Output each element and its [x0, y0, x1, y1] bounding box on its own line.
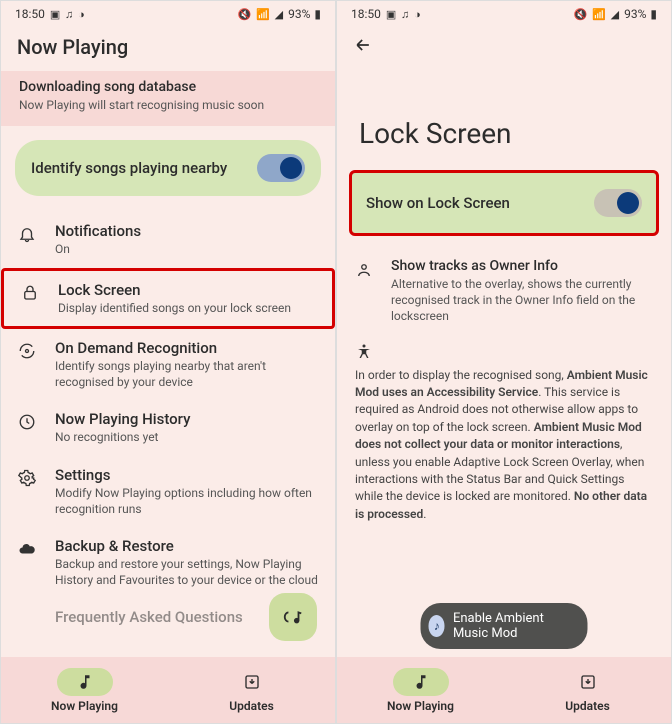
row-history[interactable]: Now Playing History No recognitions yet	[1, 400, 335, 456]
status-notif-icons: ▣ ♫ ◑	[386, 8, 422, 21]
row-sub: Identify songs playing nearby that aren'…	[55, 359, 319, 390]
status-signal-icons: 🔇 📶 ◢	[238, 8, 284, 21]
chip-label: Enable Ambient Music Mod	[453, 611, 572, 641]
music-note-icon	[412, 673, 430, 691]
nav-now-playing[interactable]: Now Playing	[337, 657, 504, 723]
row-backup[interactable]: Backup & Restore Backup and restore your…	[1, 527, 335, 598]
nav-label: Updates	[565, 699, 610, 713]
accessibility-icon	[337, 339, 671, 367]
nav-label: Updates	[229, 699, 274, 713]
download-banner: Downloading song database Now Playing wi…	[1, 71, 335, 126]
nav-label: Now Playing	[387, 699, 454, 713]
nav-now-playing[interactable]: Now Playing	[1, 657, 168, 723]
nav-label: Now Playing	[51, 699, 118, 713]
row-title: Lock Screen	[58, 281, 291, 299]
screen-now-playing: 18:50 ▣ ♫ ◑ 🔇 📶 ◢ 93% ▮ Now Playing Down…	[0, 0, 336, 724]
bottom-nav: Now Playing Updates	[337, 657, 671, 723]
nav-updates[interactable]: Updates	[168, 657, 335, 723]
fab-recognise[interactable]	[269, 593, 317, 641]
row-sub: Alternative to the overlay, shows the cu…	[391, 276, 653, 325]
status-notif-icons: ▣ ♫ ◑	[50, 8, 86, 21]
enable-ambient-chip[interactable]: ♪ Enable Ambient Music Mod	[421, 603, 588, 649]
bell-icon	[17, 225, 37, 243]
row-sub: No recognitions yet	[55, 430, 190, 446]
row-owner-info[interactable]: Show tracks as Owner Info Alternative to…	[337, 254, 671, 339]
lock-icon	[20, 284, 40, 302]
download-icon	[243, 673, 261, 691]
banner-title: Downloading song database	[19, 79, 317, 95]
status-time: 18:50	[15, 7, 45, 21]
status-battery: 93%	[288, 7, 310, 21]
status-time: 18:50	[351, 7, 381, 21]
nav-updates[interactable]: Updates	[504, 657, 671, 723]
row-sub: Modify Now Playing options including how…	[55, 486, 319, 517]
battery-icon: ▮	[314, 7, 321, 21]
status-bar: 18:50 ▣ ♫ ◑ 🔇 📶 ◢ 93% ▮	[1, 1, 335, 27]
cloud-icon	[17, 540, 37, 558]
identify-label: Identify songs playing nearby	[31, 159, 227, 178]
row-title: Backup & Restore	[55, 537, 319, 555]
music-note-icon: ♪	[429, 615, 445, 637]
gear-icon	[17, 469, 37, 487]
accessibility-paragraph: In order to display the recognised song,…	[337, 367, 671, 524]
row-title: Settings	[55, 466, 319, 484]
refresh-icon	[17, 342, 37, 360]
back-button[interactable]	[337, 27, 671, 63]
row-settings[interactable]: Settings Modify Now Playing options incl…	[1, 456, 335, 527]
row-title: On Demand Recognition	[55, 339, 319, 357]
banner-subtitle: Now Playing will start recognising music…	[19, 98, 317, 112]
identify-toggle-row[interactable]: Identify songs playing nearby	[15, 140, 321, 196]
music-note-icon	[76, 673, 94, 691]
page-title: Now Playing	[1, 27, 335, 71]
row-lock-screen[interactable]: Lock Screen Display identified songs on …	[1, 268, 335, 330]
battery-icon: ▮	[650, 7, 657, 21]
identify-toggle-on[interactable]	[257, 154, 305, 182]
row-notifications[interactable]: Notifications On	[1, 212, 335, 268]
waveform-music-icon	[282, 606, 304, 628]
row-title: Now Playing History	[55, 410, 190, 428]
status-signal-icons: 🔇 📶 ◢	[574, 8, 620, 21]
row-sub: On	[55, 242, 141, 258]
row-sub: Display identified songs on your lock sc…	[58, 301, 291, 317]
download-icon	[579, 673, 597, 691]
bottom-nav: Now Playing Updates	[1, 657, 335, 723]
row-title: Show tracks as Owner Info	[391, 258, 653, 274]
show-lockscreen-toggle[interactable]	[594, 189, 642, 217]
row-title: Notifications	[55, 222, 141, 240]
status-bar: 18:50 ▣ ♫ ◑ 🔇 📶 ◢ 93% ▮	[337, 1, 671, 27]
row-sub: Backup and restore your settings, Now Pl…	[55, 557, 319, 588]
show-on-lockscreen-toggle-row[interactable]: Show on Lock Screen	[349, 170, 659, 236]
row-title: Frequently Asked Questions	[55, 608, 243, 626]
screen-lock-screen-settings: 18:50 ▣ ♫ ◑ 🔇 📶 ◢ 93% ▮ Lock Screen Show…	[336, 0, 672, 724]
toggle-label: Show on Lock Screen	[366, 194, 510, 212]
status-battery: 93%	[624, 7, 646, 21]
history-icon	[17, 413, 37, 431]
arrow-left-icon	[353, 35, 373, 55]
person-icon	[355, 261, 375, 279]
row-on-demand[interactable]: On Demand Recognition Identify songs pla…	[1, 329, 335, 400]
page-title: Lock Screen	[337, 63, 671, 170]
